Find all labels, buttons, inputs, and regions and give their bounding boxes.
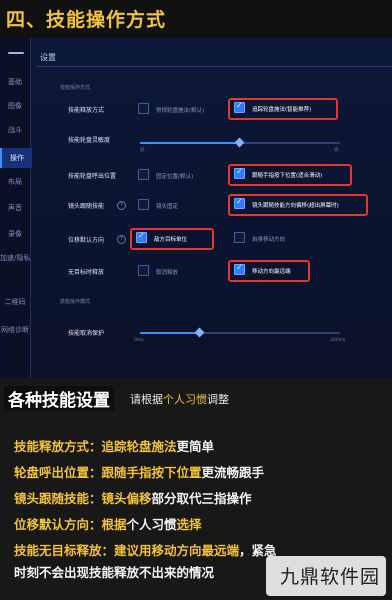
tip-key: 技能释放方式： (14, 439, 102, 454)
header-banner: 四、技能操作方式 (0, 0, 392, 38)
sensitivity-slider-handle[interactable] (234, 137, 245, 148)
tip-value: 追踪轮盘施法 (101, 439, 177, 454)
cancel-protect-min-label: 0ms (134, 338, 144, 343)
watermark-logo: 九鼎软件园 (266, 556, 386, 596)
tip-value: 建议用移动方向最远端 (114, 543, 240, 558)
popup-fixed-option: 固定位置(默认) (156, 174, 194, 180)
popup-follow-option: 跟随手指按下位置(适合滑动) (252, 173, 323, 179)
sub-pre: 请根据 (130, 393, 163, 406)
cancel-protect-slider-handle[interactable] (194, 327, 205, 338)
settings-sidebar: 基础 图像 战斗 操作 布局 声音 录像 加速/隐私 二维码 网络诊断 (0, 38, 32, 378)
popup-fixed-checkbox[interactable] (138, 169, 149, 180)
sidebar-item-privacy[interactable]: 加速/隐私 (0, 248, 30, 268)
cancel-protect-label: 技能取消保护 (68, 330, 105, 337)
popup-follow-checkbox[interactable] (234, 167, 245, 179)
no-target-cancel-option: 取消释放 (156, 270, 179, 276)
popup-pos-label: 技能轮盘呼出位置 (68, 173, 117, 180)
help-icon[interactable]: ? (117, 201, 126, 210)
watermark-text: 九鼎软件园 (279, 566, 380, 588)
tips-subheadline: 请根据个人习惯调整 (130, 391, 229, 407)
tip-key: 轮盘呼出位置： (14, 465, 102, 480)
tip-key: 镜头跟随技能： (14, 491, 102, 506)
no-target-far-option: 移动方向最远端 (252, 269, 291, 275)
title-divider (36, 66, 392, 67)
cast-mode-normal-checkbox[interactable] (138, 103, 149, 114)
cancel-protect-slider-fill (140, 332, 200, 334)
help-icon[interactable]: ? (117, 235, 126, 244)
tip-value: 镜头偏移 (101, 491, 152, 506)
tip-note: 更流畅跟手 (201, 465, 265, 480)
section-label-skill-ops: 技能操作方式 (60, 85, 91, 91)
tip-extra: 选择 (176, 517, 202, 532)
no-target-far-checkbox[interactable] (234, 263, 245, 275)
sidebar-item-graphics[interactable]: 图像 (0, 96, 30, 116)
tip-line-continuation: 时刻不会出现技能释放不出来的情况 (14, 565, 215, 580)
cancel-protect-max-label: 200ms (330, 338, 346, 343)
camera-fixed-option: 镜头固定 (156, 204, 179, 210)
tip-note: 更简单 (176, 439, 215, 454)
section-label-skill-mode: 技能操作模式 (60, 299, 91, 305)
tip-note: 部分取代三指操作 (151, 491, 252, 506)
camera-fixed-checkbox[interactable] (138, 199, 149, 210)
cast-mode-tracking-option: 追踪轮盘施法(智能推荐) (252, 107, 312, 113)
back-icon[interactable] (0, 46, 30, 60)
tip-note: 个人习惯 (126, 517, 177, 532)
sidebar-item-controls[interactable]: 操作 (0, 148, 32, 168)
tip-line: 镜头跟随技能：镜头偏移部分取代三指操作 (14, 488, 252, 507)
no-target-cancel-checkbox[interactable] (138, 265, 149, 276)
cast-mode-label: 技能释放方式 (68, 107, 105, 114)
tip-line: 技能释放方式：追踪轮盘施法更简单 (14, 436, 214, 455)
tips-headline: 各种技能设置 (4, 386, 114, 411)
displacement-enemy-option: 敌方目标单位 (154, 237, 188, 243)
displacement-enemy-checkbox[interactable] (136, 231, 147, 243)
tip-value: 根据 (101, 517, 127, 532)
sidebar-item-sound[interactable]: 声音 (0, 198, 30, 218)
tip-line: 位移默认方向：根据个人习惯选择 (14, 514, 202, 533)
sidebar-item-network[interactable]: 网络诊断 (0, 320, 30, 340)
displacement-label: 位移默认方向 (68, 237, 105, 244)
sidebar-item-replay[interactable]: 录像 (0, 224, 30, 244)
sidebar-item-qrcode[interactable]: 二维码 (0, 292, 30, 312)
tip-key: 技能无目标释放： (14, 543, 115, 558)
settings-screenshot: 基础 图像 战斗 操作 布局 声音 录像 加速/隐私 二维码 网络诊断 设置 技… (0, 38, 392, 378)
sub-post: 调整 (207, 393, 229, 406)
cast-mode-tracking-checkbox[interactable] (234, 101, 245, 113)
banner-title: 四、技能操作方式 (6, 9, 167, 31)
sidebar-item-combat[interactable]: 战斗 (0, 120, 30, 140)
tip-line: 轮盘呼出位置：跟随手指按下位置更流畅跟手 (14, 462, 264, 481)
displacement-self-option: 自身移动方向 (252, 237, 286, 243)
camera-follow-checkbox[interactable] (234, 197, 245, 209)
tip-line: 技能无目标释放：建议用移动方向最远端，紧急 (14, 540, 277, 559)
no-target-label: 无目标时释放 (68, 269, 105, 276)
sidebar-item-layout[interactable]: 布局 (0, 172, 30, 192)
cast-mode-normal-option: 常规轮盘施法(默认) (156, 108, 205, 114)
sidebar-item-basic[interactable]: 基础 (0, 72, 30, 92)
sensitivity-slider-fill (140, 142, 240, 144)
displacement-self-checkbox[interactable] (234, 232, 245, 243)
sensitivity-min-label: 低 (140, 148, 145, 153)
camera-follow-label: 镜头跟随技能 (68, 203, 105, 210)
tip-value: 跟随手指按下位置 (101, 465, 202, 480)
sensitivity-label: 技能轮盘灵敏度 (68, 137, 111, 144)
tip-key: 位移默认方向： (14, 517, 102, 532)
sub-highlight: 个人习惯 (163, 393, 207, 406)
settings-title: 设置 (40, 53, 56, 62)
camera-follow-option: 镜头跟随技能方向偏移(超出屏幕时) (252, 203, 339, 209)
sensitivity-max-label: 高 (334, 148, 339, 153)
